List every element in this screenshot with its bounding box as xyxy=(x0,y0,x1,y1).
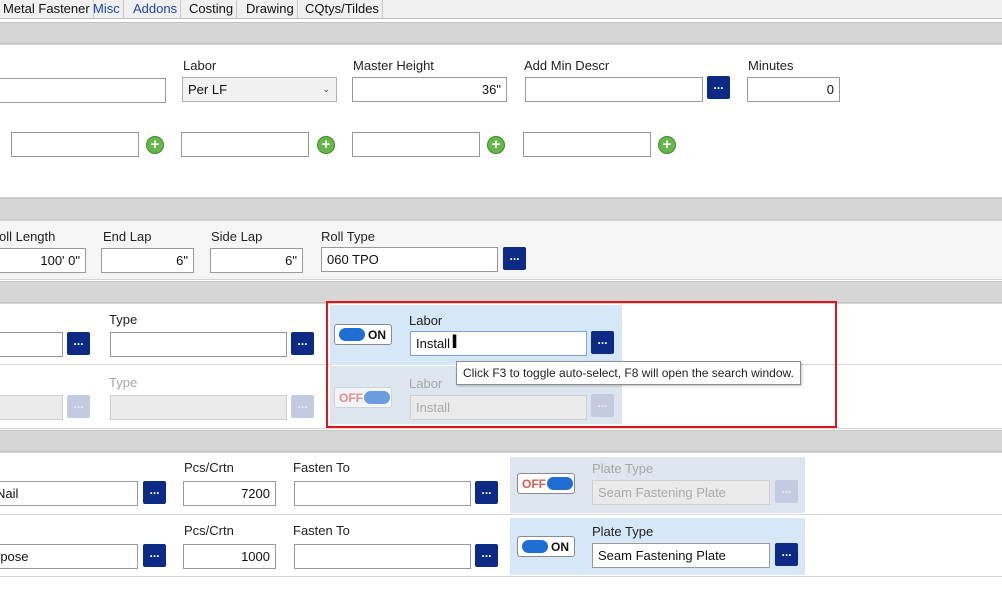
master-height-input[interactable]: 36" xyxy=(352,77,507,102)
type-browse-button[interactable]: ... xyxy=(291,332,314,355)
minutes-label: Minutes xyxy=(748,58,794,73)
roll-length-label: oll Length xyxy=(0,229,56,244)
plate-toggle-on[interactable]: ON xyxy=(517,536,575,557)
section-header-4 xyxy=(0,430,1002,452)
tab-metal-fastener[interactable]: Metal Fastener xyxy=(0,0,94,19)
tab-misc[interactable]: Misc xyxy=(90,0,124,19)
item-browse-button-2: ... xyxy=(67,395,90,418)
fastener-browse-button[interactable]: ... xyxy=(143,544,166,567)
extra-field-4[interactable] xyxy=(523,132,651,157)
plate-type-label-disabled: Plate Type xyxy=(592,461,654,476)
plate-type-input[interactable]: Seam Fastening Plate xyxy=(592,543,770,568)
item-browse-button-1[interactable]: ... xyxy=(67,332,90,355)
plate-type-browse-button-disabled: ... xyxy=(775,480,798,503)
type-input-disabled xyxy=(110,395,287,420)
fasten-to-input[interactable] xyxy=(294,481,471,506)
roll-type-label: Roll Type xyxy=(321,229,375,244)
toggle-knob xyxy=(522,540,548,553)
tab-drawing[interactable]: Drawing xyxy=(243,0,298,19)
labor-label: Labor xyxy=(183,58,217,73)
toggle-knob xyxy=(547,477,573,490)
tab-costing[interactable]: Costing xyxy=(186,0,238,19)
roll-length-input[interactable]: 100' 0" xyxy=(0,248,86,273)
row-divider xyxy=(0,514,1002,515)
tab-addons[interactable]: Addons xyxy=(130,0,182,19)
type-label-disabled: Type xyxy=(109,375,138,390)
add-icon[interactable]: + xyxy=(317,136,335,154)
end-lap-label: End Lap xyxy=(103,229,152,244)
extra-field-1[interactable] xyxy=(11,132,139,157)
add-min-descr-input[interactable] xyxy=(525,77,703,102)
labor-select[interactable]: Per LF ⌄ xyxy=(182,77,337,102)
pcs-crtn-input[interactable]: 1000 xyxy=(183,544,276,569)
item-field-2 xyxy=(0,395,63,420)
chevron-down-icon: ⌄ xyxy=(322,84,330,94)
plate-type-browse-button[interactable]: ... xyxy=(775,543,798,566)
add-min-descr-browse-button[interactable]: ... xyxy=(707,76,730,99)
type-input[interactable] xyxy=(110,332,287,357)
minutes-input[interactable]: 0 xyxy=(747,77,840,102)
type-browse-button-disabled: ... xyxy=(291,395,314,418)
toggle-off-text: OFF xyxy=(522,477,546,491)
toggle-on-text: ON xyxy=(551,540,569,554)
type-label: Type xyxy=(109,312,138,327)
name-field[interactable] xyxy=(0,78,166,103)
master-height-label: Master Height xyxy=(353,58,434,73)
side-lap-label: Side Lap xyxy=(211,229,263,244)
fasten-to-label: Fasten To xyxy=(293,523,350,538)
end-lap-input[interactable]: 6" xyxy=(101,248,194,273)
fasten-to-browse-button[interactable]: ... xyxy=(475,544,498,567)
add-icon[interactable]: + xyxy=(487,136,505,154)
section-header-2 xyxy=(0,198,1002,220)
fasten-to-label: Fasten To xyxy=(293,460,350,475)
section-1-panel xyxy=(0,44,1002,198)
roll-type-input[interactable]: 060 TPO xyxy=(321,247,498,272)
tab-strip: Metal Fastener Misc Addons Costing Drawi… xyxy=(0,0,1002,19)
fastener-name-input[interactable]: rpose xyxy=(0,544,138,569)
plate-type-input-disabled: Seam Fastening Plate xyxy=(592,480,770,505)
fastener-browse-button[interactable]: ... xyxy=(143,481,166,504)
fasten-to-input[interactable] xyxy=(294,544,471,569)
tab-cqtys-tildes[interactable]: CQtys/Tildes xyxy=(302,0,383,19)
pcs-crtn-label: Pcs/Crtn xyxy=(184,523,234,538)
highlight-box xyxy=(326,301,837,428)
labor-select-value: Per LF xyxy=(188,82,228,97)
plate-toggle-off[interactable]: OFF xyxy=(517,473,575,494)
extra-field-3[interactable] xyxy=(352,132,480,157)
fastener-name-input[interactable]: Nail xyxy=(0,481,138,506)
roll-type-browse-button[interactable]: ... xyxy=(503,247,526,270)
pcs-crtn-label: Pcs/Crtn xyxy=(184,460,234,475)
add-icon[interactable]: + xyxy=(146,136,164,154)
pcs-crtn-input[interactable]: 7200 xyxy=(183,481,276,506)
add-icon[interactable]: + xyxy=(658,136,676,154)
section-header-1 xyxy=(0,22,1002,44)
fasten-to-browse-button[interactable]: ... xyxy=(475,481,498,504)
add-min-descr-label: Add Min Descr xyxy=(524,58,610,73)
extra-field-2[interactable] xyxy=(181,132,309,157)
section-header-3 xyxy=(0,281,1002,303)
plate-type-label: Plate Type xyxy=(592,524,654,539)
side-lap-input[interactable]: 6" xyxy=(210,248,303,273)
item-field-1[interactable] xyxy=(0,332,63,357)
